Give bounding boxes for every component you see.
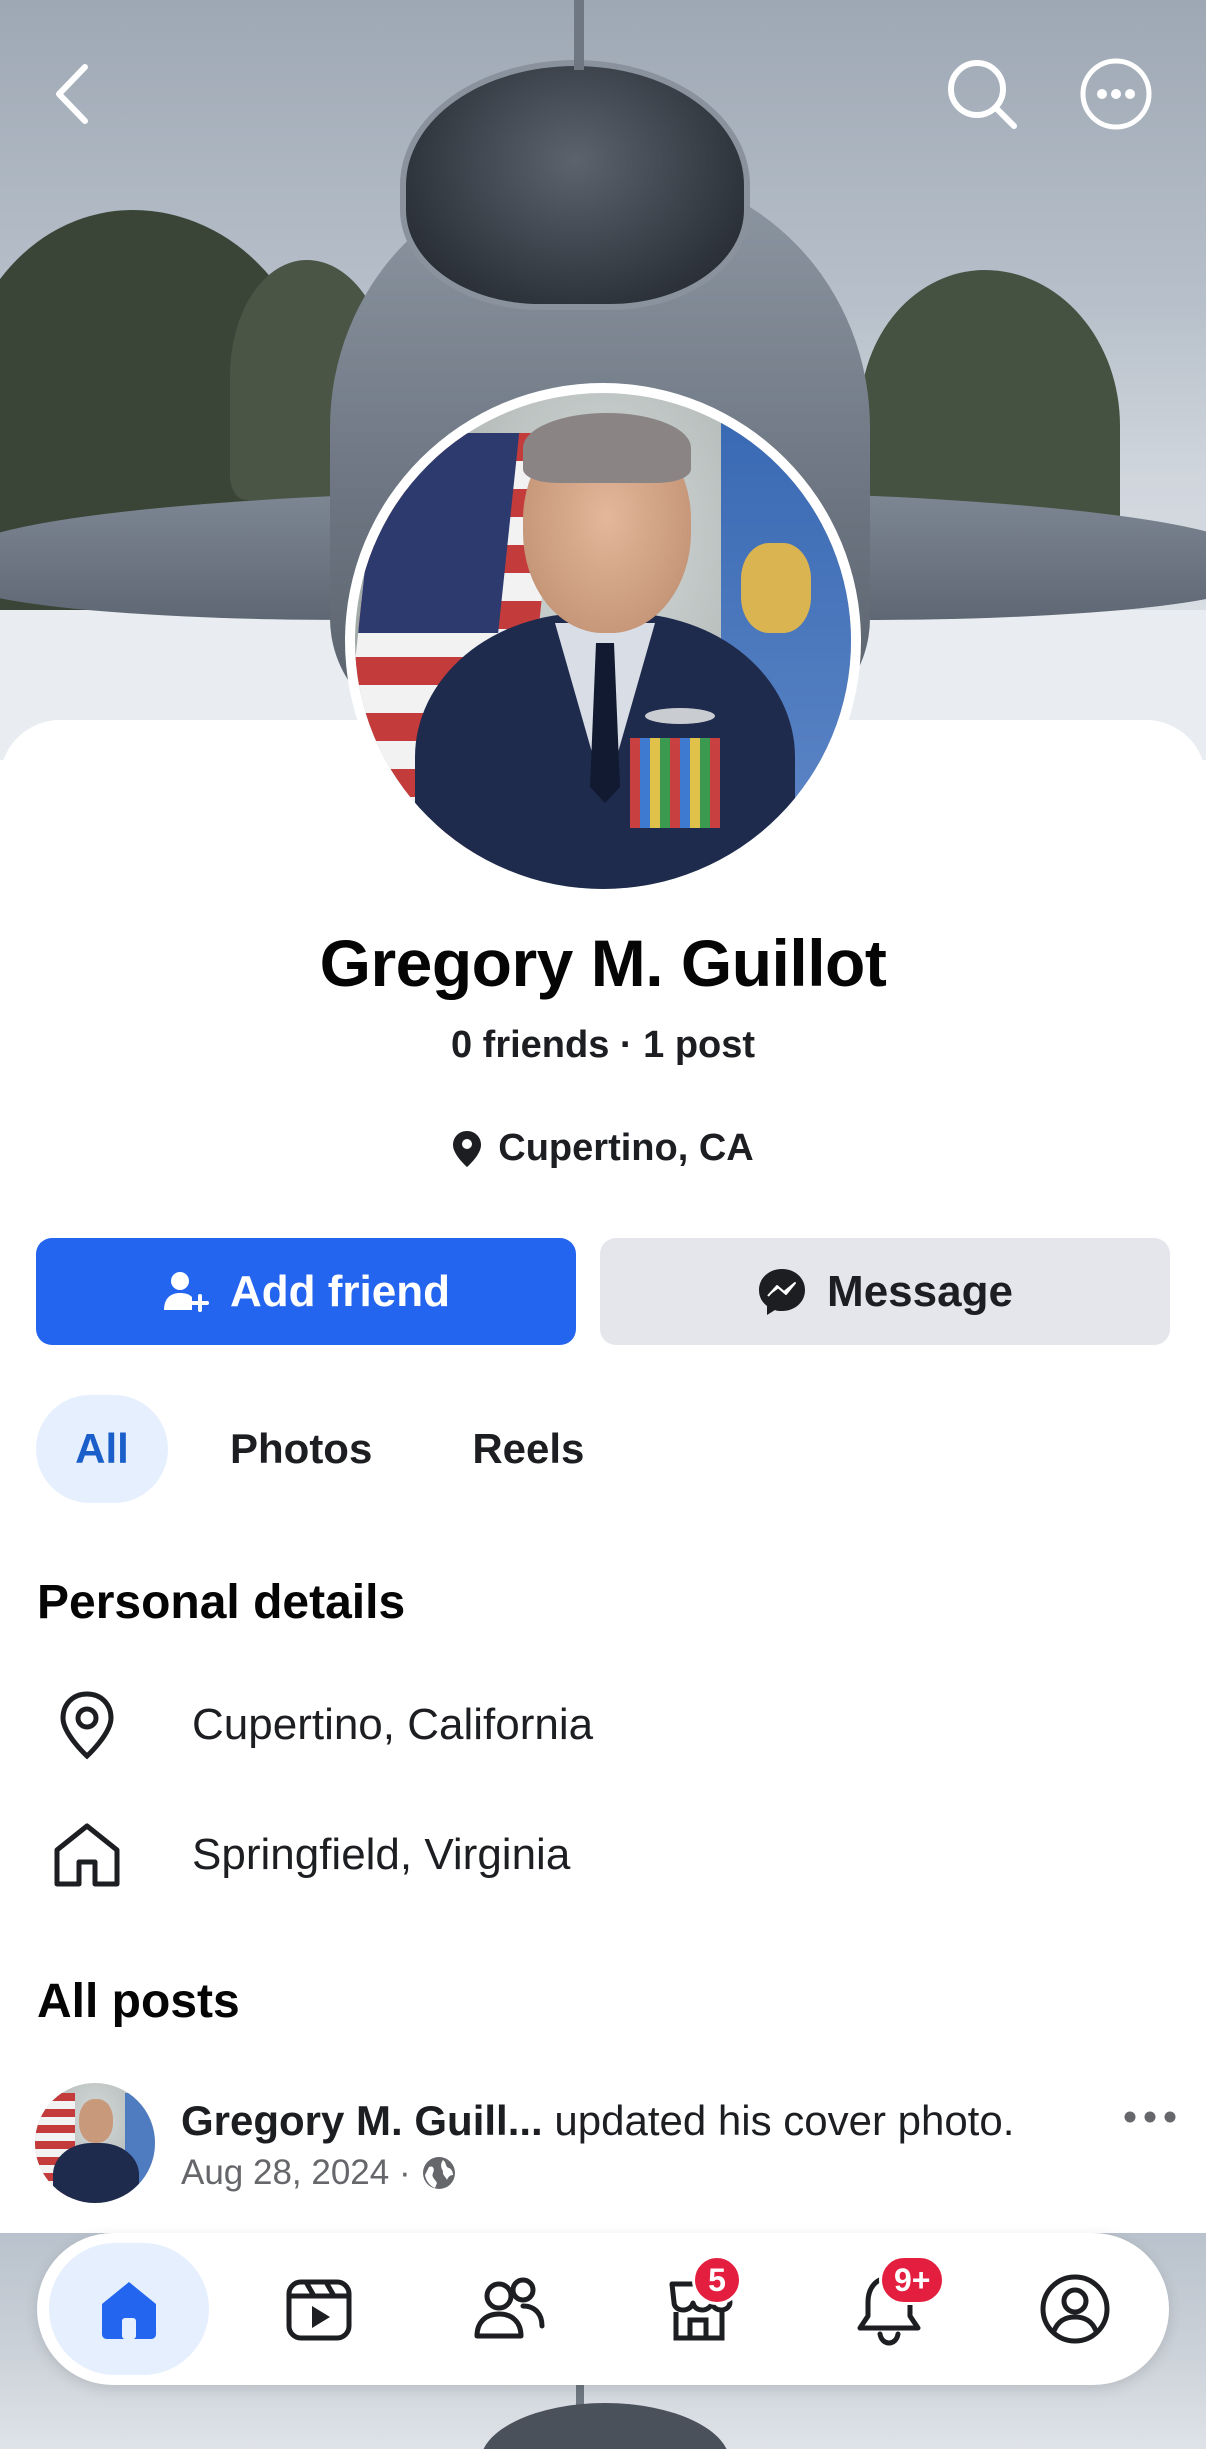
pilot-wings-badge xyxy=(645,708,715,724)
cover-jet-canopy xyxy=(400,60,750,310)
cover-jet-probe xyxy=(574,0,584,70)
personal-details-title: Personal details xyxy=(37,1576,406,1629)
location-pin-icon xyxy=(453,1130,482,1167)
tab-reels[interactable]: Reels xyxy=(434,1395,622,1503)
detail-current-city[interactable]: Cupertino, California xyxy=(37,1675,593,1775)
message-label: Message xyxy=(827,1266,1013,1316)
post-more-button[interactable] xyxy=(1115,2097,1185,2137)
messenger-icon xyxy=(759,1268,806,1315)
video-icon xyxy=(286,2279,352,2341)
profile-photo xyxy=(355,393,851,889)
post-author-name[interactable]: Gregory M. Guill... xyxy=(181,2097,543,2144)
nav-friends[interactable] xyxy=(429,2243,589,2375)
home-icon xyxy=(37,1805,137,1905)
post-meta: Aug 28, 2024 · xyxy=(181,2153,457,2193)
search-button[interactable] xyxy=(940,52,1024,136)
marketplace-badge: 5 xyxy=(692,2255,742,2305)
profile-stats[interactable]: 0 friends · 1 post xyxy=(0,1024,1206,1067)
friends-icon xyxy=(474,2277,545,2339)
profile-picture[interactable] xyxy=(345,383,861,899)
more-horizontal-icon xyxy=(1124,2111,1176,2123)
post-author-avatar[interactable] xyxy=(35,2083,155,2203)
search-icon xyxy=(948,60,1017,129)
detail-hometown[interactable]: Springfield, Virginia xyxy=(37,1805,570,1905)
more-horizontal-icon xyxy=(1080,58,1152,130)
globe-icon xyxy=(422,2157,455,2189)
home-icon xyxy=(102,2282,156,2339)
profile-location: Cupertino, CA xyxy=(0,1127,1206,1170)
notifications-badge: 9+ xyxy=(879,2255,946,2305)
profile-tabs: All Photos Reels xyxy=(36,1395,646,1503)
all-posts-title: All posts xyxy=(37,1975,240,2028)
add-friend-button[interactable]: Add friend xyxy=(36,1238,576,1345)
post-action-text: updated his cover photo. xyxy=(542,2097,1015,2144)
more-options-button[interactable] xyxy=(1074,52,1158,136)
chevron-left-icon xyxy=(56,64,88,124)
ribbons xyxy=(630,738,720,828)
location-text: Cupertino, CA xyxy=(498,1127,754,1169)
post-title: Gregory M. Guill... updated his cover ph… xyxy=(181,2097,1014,2145)
hair xyxy=(523,413,691,483)
profile-icon xyxy=(1040,2274,1110,2344)
nav-video[interactable] xyxy=(239,2243,399,2375)
tab-all[interactable]: All xyxy=(36,1395,168,1503)
back-button[interactable] xyxy=(30,52,114,136)
message-button[interactable]: Message xyxy=(600,1238,1170,1345)
nav-profile[interactable] xyxy=(995,2243,1155,2375)
profile-name: Gregory M. Guillot xyxy=(319,926,887,1000)
detail-text: Springfield, Virginia xyxy=(192,1830,571,1879)
tab-photos[interactable]: Photos xyxy=(192,1395,410,1503)
location-pin-icon xyxy=(37,1675,137,1775)
detail-text: Cupertino, California xyxy=(192,1700,594,1749)
add-person-icon xyxy=(164,1271,209,1312)
post-date[interactable]: Aug 28, 2024 · xyxy=(181,2153,411,2193)
nav-home[interactable] xyxy=(49,2243,209,2375)
add-friend-label: Add friend xyxy=(230,1266,450,1316)
bottom-navigation: 5 9+ xyxy=(37,2233,1169,2385)
post-header[interactable]: Gregory M. Guill... updated his cover ph… xyxy=(35,2083,1185,2203)
